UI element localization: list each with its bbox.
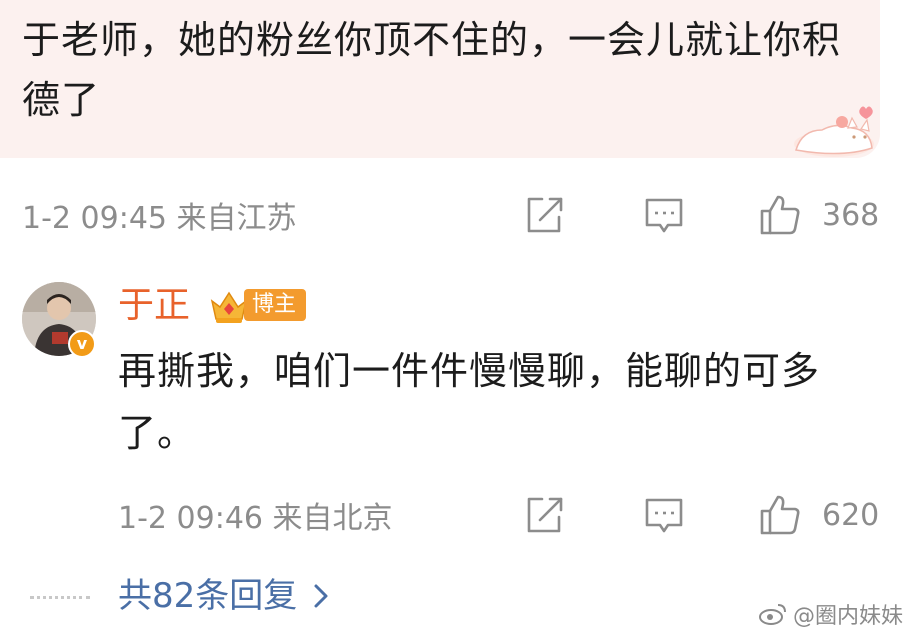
comment-timestamp: 1-2 09:45 来自江苏: [22, 201, 297, 236]
comment-actions: 368: [520, 190, 892, 240]
watermark-text: @圈内妹妹: [792, 604, 903, 629]
like-count: 620: [822, 497, 880, 533]
blogger-badge: 博主: [244, 289, 307, 321]
comment-icon[interactable]: [640, 491, 688, 539]
reply-username[interactable]: 于正: [118, 282, 190, 330]
reply-timestamp: 1-2 09:46 来自北京: [118, 501, 393, 536]
reply-text: 再撕我，咱们一件件慢慢聊，能聊的可多了。: [118, 349, 821, 455]
thumbs-up-icon[interactable]: [756, 191, 804, 239]
comment-meta-row: 1-2 09:45 来自江苏 368: [22, 190, 892, 240]
view-replies-link[interactable]: 共82条回复: [118, 572, 331, 620]
weibo-logo-icon: [758, 604, 786, 625]
view-replies-label: 共82条回复: [118, 576, 298, 616]
verified-v-icon: v: [68, 330, 96, 358]
cat-sticker-icon: [794, 106, 874, 157]
thumbs-up-icon[interactable]: [756, 491, 804, 539]
like-count: 368: [822, 197, 880, 233]
reply-actions: 620: [520, 490, 892, 540]
share-icon[interactable]: [520, 191, 568, 239]
comment-bubble: 于老师，她的粉丝你顶不住的，一会儿就让你积德了: [0, 0, 880, 158]
reply-meta-row: 1-2 09:46 来自北京 620: [118, 490, 892, 540]
watermark: @圈内妹妹: [758, 598, 903, 630]
comment-icon[interactable]: [640, 191, 688, 239]
share-icon[interactable]: [520, 491, 568, 539]
chevron-right-icon: [314, 584, 328, 608]
dotted-divider: [30, 596, 90, 599]
comment-text: 于老师，她的粉丝你顶不住的，一会儿就让你积德了: [22, 18, 842, 122]
